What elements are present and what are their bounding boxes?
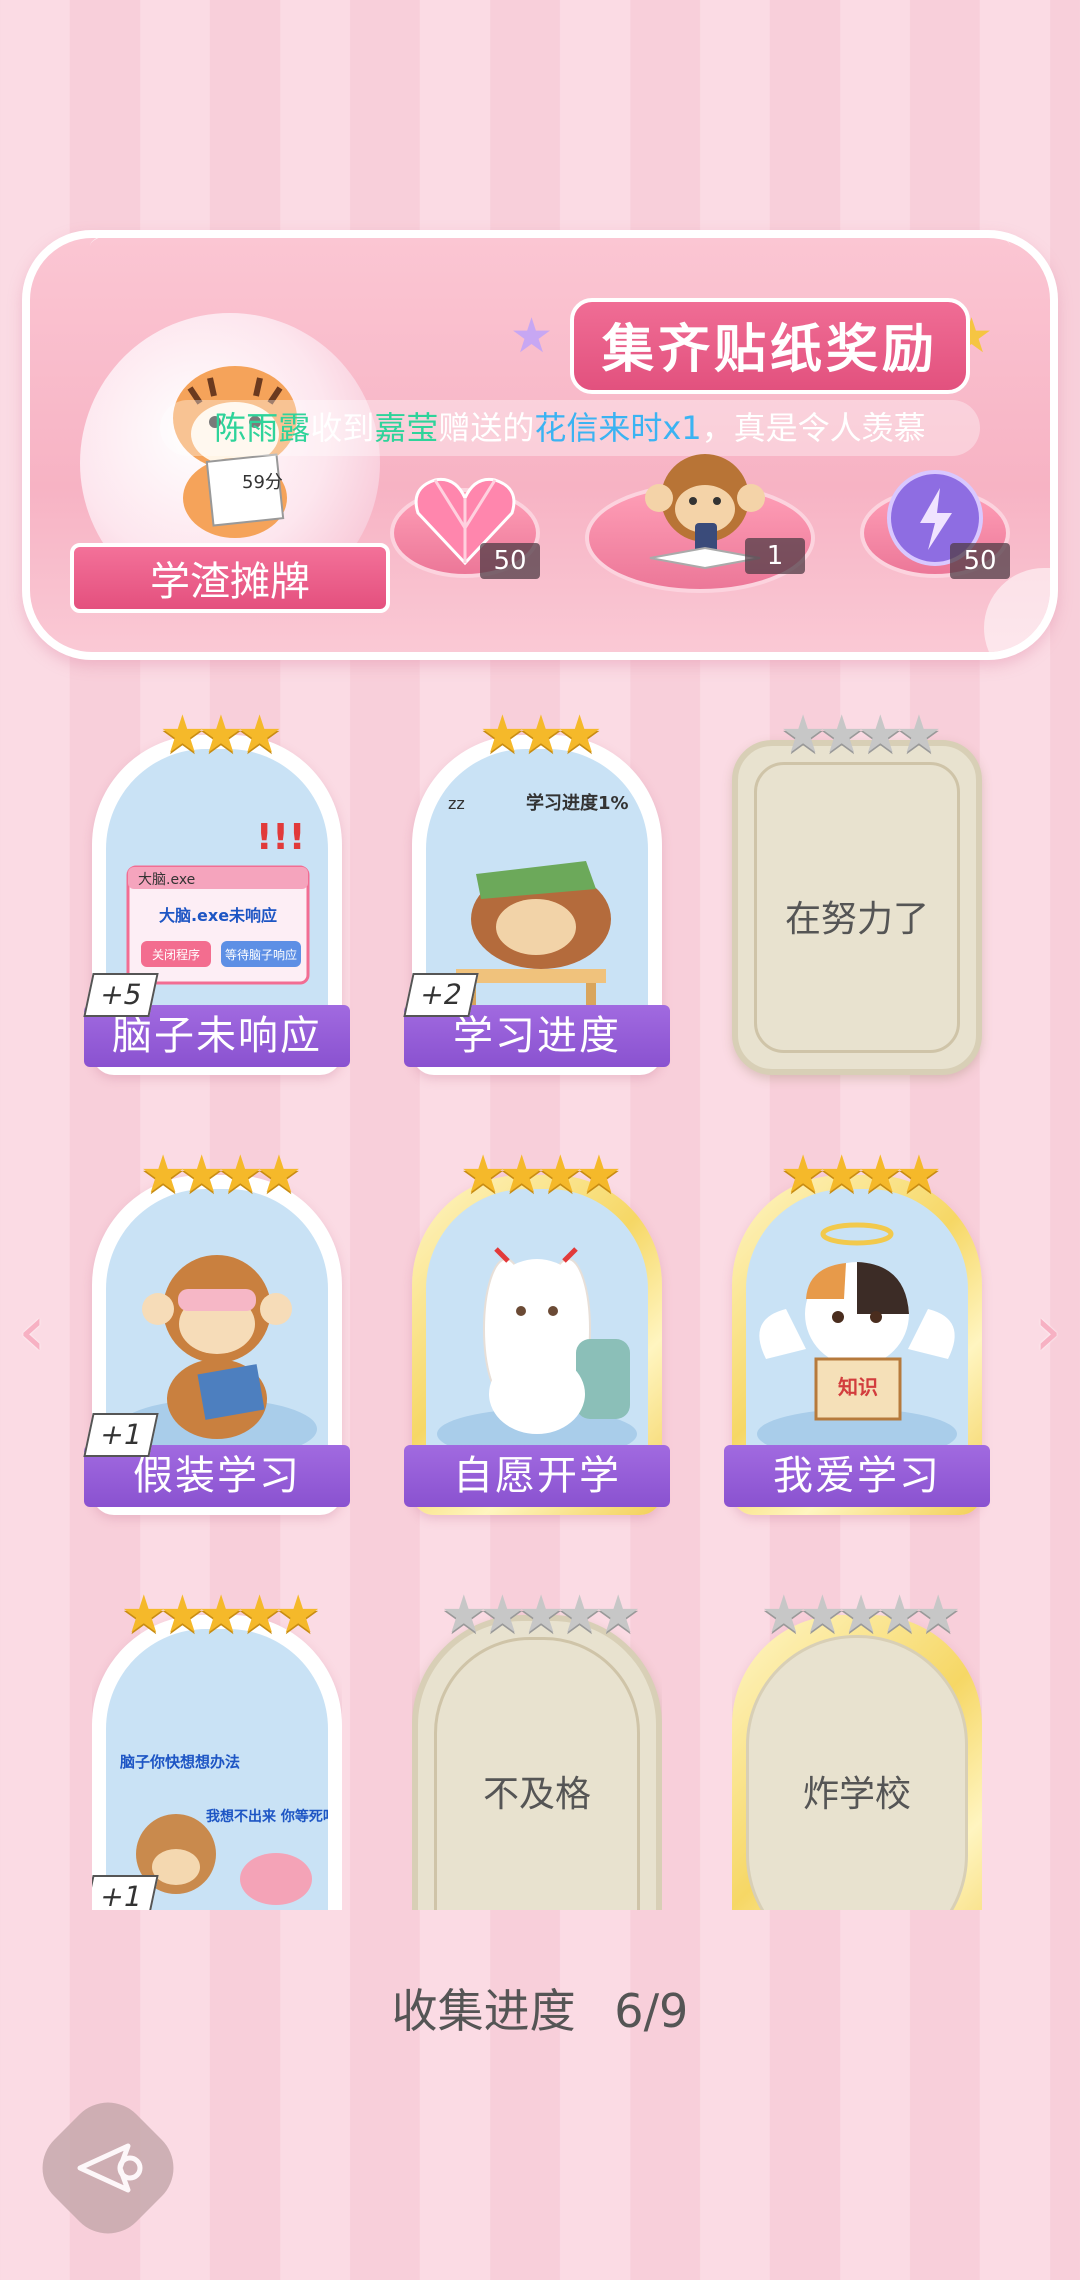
banner-title: 集齐贴纸奖励 xyxy=(570,298,970,394)
star-rating: ★★★★ xyxy=(139,1145,302,1205)
notice-text: 收到 xyxy=(310,409,375,447)
svg-text:zz: zz xyxy=(448,794,465,813)
card-title: 在努力了 xyxy=(784,899,929,940)
svg-text:我想不出来 你等死吧: 我想不出来 你等死吧 xyxy=(206,1808,328,1825)
svg-text:知识: 知识 xyxy=(838,1375,878,1399)
notice-text: 赠送的 xyxy=(438,409,535,447)
card-artwork xyxy=(426,1189,648,1459)
svg-text:关闭程序: 关闭程序 xyxy=(152,947,200,962)
reward-count: 50 xyxy=(950,543,1010,579)
card-title: 不及格 xyxy=(482,1774,591,1815)
back-button[interactable] xyxy=(25,2085,191,2251)
notice-text: ，真是令人羡慕 xyxy=(701,409,926,447)
reward-count: 50 xyxy=(480,543,540,579)
star-rating: ★★★ xyxy=(159,705,283,765)
progress-label: 收集进度 xyxy=(391,1984,576,2038)
sticker-card[interactable]: 学习进度1% zz ★★★ 学习进度 +2 xyxy=(403,705,670,1075)
notice-sender-name: 陈雨露 xyxy=(214,409,311,447)
tiger-sticker-label: 学渣摊牌 xyxy=(70,543,390,613)
tiger-sign-text: 59分 xyxy=(242,472,283,493)
duplicate-count-badge: +2 xyxy=(403,973,479,1017)
duplicate-count-badge: +1 xyxy=(83,1413,159,1457)
star-rating: ★★★★★ xyxy=(120,1585,321,1645)
card-artwork: 知识 xyxy=(746,1189,968,1459)
window-title-text: 大脑.exe xyxy=(138,872,195,888)
gift-notice-marquee: 陈雨露收到嘉莹赠送的花信来时x1，真是令人羡慕 xyxy=(160,400,980,456)
side-menu-button[interactable] xyxy=(984,568,1050,652)
svg-text:脑子你快想想办法: 脑子你快想想办法 xyxy=(120,1753,240,1771)
progress-text: 学习进度1% xyxy=(526,792,629,814)
sticker-card[interactable]: 脑子你快想想办法 我想不出来 你等死吧 ★★★★★ +1 xyxy=(92,1585,342,1910)
star-rating: ★★★★ xyxy=(459,1145,622,1205)
star-rating: ★★★★★ xyxy=(760,1585,961,1645)
locked-sticker-card[interactable]: ★★★★★ 炸学校 xyxy=(732,1585,982,1910)
duplicate-count-badge: +5 xyxy=(83,973,159,1017)
notice-gift-name: 花信来时x1 xyxy=(534,409,702,447)
sticker-card[interactable]: 知识 ★★★★ 我爱学习 xyxy=(724,1145,990,1515)
star-rating: ★★★★★ xyxy=(440,1585,641,1645)
back-arrow-icon xyxy=(77,2143,143,2193)
window-message-text: 大脑.exe未响应 xyxy=(159,906,277,925)
sticker-card[interactable]: !!! 大脑.exe 大脑.exe未响应 关闭程序 等待脑子响应 ★★★ 脑子未… xyxy=(83,705,350,1075)
progress-value: 6/9 xyxy=(614,1984,689,2038)
card-artwork: 脑子你快想想办法 我想不出来 你等死吧 xyxy=(106,1629,328,1910)
locked-sticker-card[interactable]: ★★★★ 在努力了 xyxy=(732,705,982,1075)
svg-text:!!!: !!! xyxy=(256,817,305,858)
card-title: 炸学校 xyxy=(802,1774,911,1815)
reward-banner: 59分 学渣摊牌 ★ ★ 集齐贴纸奖励 陈雨露收到嘉莹赠送的花信来时x1，真是令… xyxy=(22,230,1058,660)
star-rating: ★★★★ xyxy=(779,705,942,765)
card-title: 自愿开学 xyxy=(404,1445,670,1507)
reward-count: 1 xyxy=(745,538,805,574)
duplicate-count-badge: +1 xyxy=(92,1875,159,1910)
chevron-left-icon[interactable]: ‹ xyxy=(18,1290,46,1372)
card-title: 我爱学习 xyxy=(724,1445,990,1507)
sticker-card[interactable]: ★★★★ 假装学习 +1 xyxy=(83,1145,350,1515)
star-rating: ★★★ xyxy=(479,705,603,765)
sticker-card[interactable]: ★★★★ 自愿开学 xyxy=(404,1145,670,1515)
star-rating: ★★★★ xyxy=(779,1145,942,1205)
notice-giver-name: 嘉莹 xyxy=(374,409,439,447)
collection-progress: 收集进度 6/9 xyxy=(0,1975,1080,2041)
chevron-right-icon[interactable]: › xyxy=(1034,1290,1062,1372)
locked-sticker-card[interactable]: ★★★★★ 不及格 xyxy=(412,1585,662,1910)
svg-text:等待脑子响应: 等待脑子响应 xyxy=(225,947,297,962)
star-decoration-icon: ★ xyxy=(510,308,554,364)
